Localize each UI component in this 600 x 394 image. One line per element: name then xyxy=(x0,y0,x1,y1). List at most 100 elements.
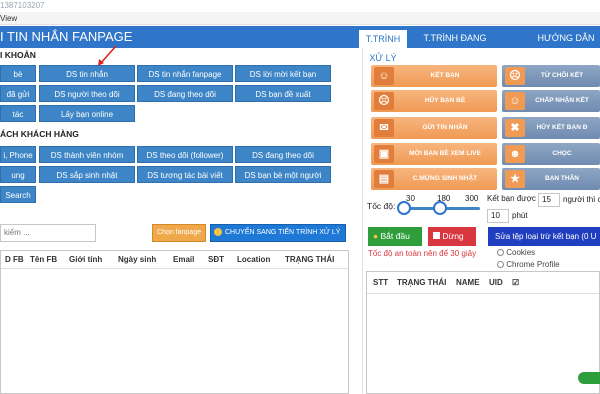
ds-upcoming-birthdays-button[interactable]: DS sắp sinh nhật xyxy=(39,166,135,183)
search-button[interactable]: Search xyxy=(0,186,36,203)
friend-limit-label: Kết bạn được xyxy=(487,194,536,203)
stop-label: Dừng xyxy=(442,231,464,241)
col-location[interactable]: Location xyxy=(237,251,270,269)
after-people-label: người thì c xyxy=(563,195,600,204)
send-message-button[interactable]: ✉ GỬI TIN NHẮN xyxy=(371,117,497,139)
process-grid[interactable]: STT TRẠNG THÁI NAME UID ☑ xyxy=(366,271,600,394)
unfriend-button[interactable]: ☹ HỦY BẠN BÈ xyxy=(371,90,497,112)
col-uid[interactable]: UID xyxy=(489,272,503,294)
birthday-greeting-button[interactable]: ▤ C.MỪNG SINH NHẬT xyxy=(371,168,497,190)
accept-request-button[interactable]: ☺ CHẤP NHẬN KẾT xyxy=(502,90,600,112)
ds-post-interactions-button[interactable]: DS tương tác bài viết xyxy=(137,166,233,183)
live-icon: ▣ xyxy=(378,148,390,160)
tab-running[interactable]: T.TRÌNH ĐANG CHẠY xyxy=(410,29,500,62)
customer-grid-header: D FB Tên FB Giới tính Ngày sinh Email SĐ… xyxy=(1,251,348,269)
accept-icon-box: ☺ xyxy=(505,92,525,110)
unfriend-icon-box: ☹ xyxy=(374,92,394,110)
invite-live-button[interactable]: ▣ MỜI BẠN BÈ XEM LIVE xyxy=(371,143,497,165)
search-input[interactable]: kiếm ... xyxy=(0,224,96,242)
col-birthday[interactable]: Ngày sinh xyxy=(118,251,156,269)
move-to-process-label: CHUYỂN SANG TIẾN TRÌNH XỬ LÝ xyxy=(225,229,341,236)
speed-slider-handle-min[interactable] xyxy=(397,201,411,215)
unfriend-label: HỦY BẠN BÈ xyxy=(424,97,466,104)
tab-process[interactable]: T.TRÌNH XỬ LÝ xyxy=(358,29,408,63)
stop-button[interactable]: Dừng xyxy=(428,227,476,246)
cookies-radio[interactable] xyxy=(497,249,504,257)
edit-exclusion-button[interactable]: Sửa tệp loại trừ kết bạn (0 U xyxy=(488,227,600,246)
customer-grid[interactable]: D FB Tên FB Giới tính Ngày sinh Email SĐ… xyxy=(0,250,349,394)
invite-live-label: MỜI BẠN BÈ XEM LIVE xyxy=(409,150,481,157)
choose-fanpage-button[interactable]: Chọn fanpage xyxy=(152,224,206,242)
birthday-greeting-label: C.MỪNG SINH NHẬT xyxy=(412,175,478,182)
cookies-option[interactable]: Cookies xyxy=(497,248,535,257)
ds-group-members-button[interactable]: DS thành viên nhóm xyxy=(39,146,135,163)
friend-limit-input[interactable]: 15 xyxy=(538,193,560,207)
ds-followers-button[interactable]: DS người theo dõi xyxy=(39,85,135,102)
cookies-label: Cookies xyxy=(506,248,536,257)
ds-follower-list-button[interactable]: DS theo dõi (follower) xyxy=(137,146,233,163)
col-status[interactable]: TRẠNG THÁI xyxy=(285,251,334,269)
col-name[interactable]: NAME xyxy=(456,272,480,294)
ds-friends-of-person-button[interactable]: DS bạn bè một người xyxy=(235,166,331,183)
tab-guide[interactable]: HƯỚNG DẪN xyxy=(536,29,596,48)
get-online-friends-button[interactable]: Lấy bạn online xyxy=(39,105,135,122)
birthday-icon-box: ▤ xyxy=(374,170,394,188)
ds-following-button[interactable]: DS đang theo dõi xyxy=(137,85,233,102)
window-titlebar: 1387103207 xyxy=(0,0,600,12)
chrome-profile-label: Chrome Profile xyxy=(506,260,560,269)
accept-request-label: CHẤP NHẬN KẾT xyxy=(535,97,589,104)
mail-icon: ✉ xyxy=(379,122,389,134)
minutes-input[interactable]: 10 xyxy=(487,209,509,223)
poke-icon: ☻ xyxy=(509,148,521,160)
invite-live-icon-box: ▣ xyxy=(374,145,394,163)
cancel-request-icon: ✖ xyxy=(510,122,520,134)
poke-icon-box: ☻ xyxy=(505,145,525,163)
col-phone[interactable]: SĐT xyxy=(208,251,224,269)
col-id-fb[interactable]: D FB xyxy=(5,251,24,269)
customer-button-common[interactable]: ung xyxy=(0,166,36,183)
start-label: Bắt đầu xyxy=(380,231,410,241)
menu-bar: View xyxy=(0,12,600,25)
ds-fanpage-messages-button[interactable]: DS tin nhắn fanpage xyxy=(137,65,233,82)
col-process-status[interactable]: TRẠNG THÁI xyxy=(397,272,446,294)
send-message-icon-box: ✉ xyxy=(374,119,394,137)
account-button-sent[interactable]: đã gửi xyxy=(0,85,36,102)
cancel-sent-request-button[interactable]: ✖ HỦY KẾT BẠN Đ xyxy=(502,117,600,139)
select-all-checkbox[interactable]: ☑ xyxy=(512,272,519,294)
customer-button-phone[interactable]: i, Phone xyxy=(0,146,36,163)
chrome-profile-radio[interactable] xyxy=(497,261,504,269)
reject-icon-box: ☹ xyxy=(505,67,525,85)
account-button-interact[interactable]: tác xyxy=(0,105,36,122)
poke-button[interactable]: ☻ CHỌC xyxy=(502,143,600,165)
status-pill[interactable] xyxy=(578,372,600,384)
ds-suggested-friends-button[interactable]: DS bạn đề xuất xyxy=(235,85,331,102)
menu-view[interactable]: View xyxy=(0,14,17,23)
cancel-request-icon-box: ✖ xyxy=(505,119,525,137)
ds-following-list-button[interactable]: DS đang theo dõi xyxy=(235,146,331,163)
accept-icon: ☺ xyxy=(509,95,521,107)
cancel-sent-request-label: HỦY KẾT BẠN Đ xyxy=(536,124,588,131)
close-friends-button[interactable]: ★ BẠN THÂN xyxy=(502,168,600,190)
safe-speed-note: Tốc độ an toàn nên để 30 giây xyxy=(368,249,477,258)
chrome-profile-option[interactable]: Chrome Profile xyxy=(497,260,560,269)
reject-request-button[interactable]: ☹ TỪ CHỐI KẾT xyxy=(502,65,600,87)
col-email[interactable]: Email xyxy=(173,251,194,269)
speed-label: Tốc độ: xyxy=(367,201,396,211)
reject-icon: ☹ xyxy=(509,70,521,82)
col-stt[interactable]: STT xyxy=(373,272,388,294)
account-button-1[interactable]: bè xyxy=(0,65,36,82)
poke-label: CHỌC xyxy=(552,150,572,157)
move-to-process-button[interactable]: CHUYỂN SANG TIẾN TRÌNH XỬ LÝ xyxy=(210,224,346,242)
speed-tick-300: 300 xyxy=(465,194,479,203)
add-friend-button[interactable]: ☺ KẾT BẠN xyxy=(371,65,497,87)
play-icon: ● xyxy=(373,231,379,241)
col-name-fb[interactable]: Tên FB xyxy=(30,251,57,269)
section-account-label: I KHOẢN xyxy=(0,50,36,60)
speed-slider-handle-max[interactable] xyxy=(433,201,447,215)
birthday-icon: ▤ xyxy=(378,173,390,185)
start-button[interactable]: ● Bắt đầu xyxy=(368,227,422,246)
close-friends-icon-box: ★ xyxy=(505,170,525,188)
col-gender[interactable]: Giới tính xyxy=(69,251,102,269)
ds-friend-invites-button[interactable]: DS lời mời kết bạn xyxy=(235,65,331,82)
ds-messages-button[interactable]: DS tin nhắn xyxy=(39,65,135,82)
